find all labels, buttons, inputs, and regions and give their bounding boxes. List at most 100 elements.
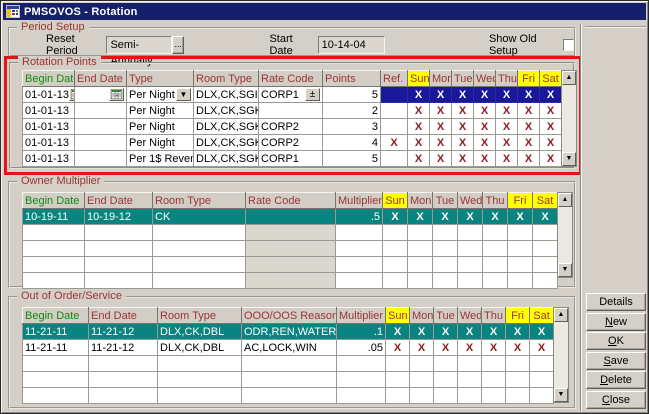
day-sun-cell[interactable]: X bbox=[408, 87, 430, 103]
day-thu-cell[interactable]: X bbox=[496, 103, 518, 119]
chevron-down-icon[interactable]: ▼ bbox=[176, 88, 191, 101]
save-button[interactable]: Save bbox=[586, 352, 646, 370]
day-mon-cell[interactable]: X bbox=[430, 135, 452, 151]
day-sat-cell[interactable]: X bbox=[540, 119, 562, 135]
day-thu-cell[interactable]: X bbox=[496, 87, 518, 103]
day-mon-cell[interactable]: X bbox=[430, 103, 452, 119]
room-type-cell[interactable]: DLX,CK,DBL bbox=[158, 340, 242, 356]
day-wed-cell[interactable]: X bbox=[458, 340, 482, 356]
scroll-up-icon[interactable]: ▲ bbox=[558, 193, 572, 207]
day-sat-cell[interactable]: X bbox=[533, 209, 558, 225]
rate-code-cell[interactable]: CORP2 bbox=[259, 135, 323, 151]
day-tue-cell[interactable]: X bbox=[434, 324, 458, 340]
day-sat-cell[interactable]: X bbox=[540, 103, 562, 119]
scroll-down-icon[interactable]: ▼ bbox=[554, 388, 568, 402]
owner-multiplier-scrollbar[interactable]: ▲ ▼ bbox=[557, 192, 573, 278]
day-sat-cell[interactable]: X bbox=[540, 87, 562, 103]
end-date-cell[interactable] bbox=[75, 103, 127, 119]
rotation-scrollbar[interactable]: ▲ ▼ bbox=[561, 70, 577, 167]
day-wed-cell[interactable]: X bbox=[474, 87, 496, 103]
points-cell[interactable]: 4 bbox=[323, 135, 381, 151]
room-type-cell[interactable]: DLX,CK,SGI ± bbox=[194, 87, 259, 103]
type-cell[interactable]: Per Night bbox=[127, 103, 194, 119]
ref-cell[interactable] bbox=[381, 119, 408, 135]
multiplier-cell[interactable]: .1 bbox=[337, 324, 386, 340]
day-tue-cell[interactable]: X bbox=[452, 103, 474, 119]
day-fri-cell[interactable]: X bbox=[506, 340, 530, 356]
day-fri-cell[interactable]: X bbox=[508, 209, 533, 225]
day-wed-cell[interactable]: X bbox=[474, 103, 496, 119]
day-sat-cell[interactable]: X bbox=[530, 324, 554, 340]
day-wed-cell[interactable]: X bbox=[458, 324, 482, 340]
day-tue-cell[interactable]: X bbox=[434, 340, 458, 356]
scroll-down-icon[interactable]: ▼ bbox=[558, 263, 572, 277]
day-sun-cell[interactable]: X bbox=[408, 103, 430, 119]
day-mon-cell[interactable]: X bbox=[430, 87, 452, 103]
rate-code-cell[interactable]: CORP1 ± bbox=[259, 87, 323, 103]
ooo-reason-cell[interactable]: AC,LOCK,WIN bbox=[242, 340, 337, 356]
day-fri-cell[interactable]: X bbox=[518, 87, 540, 103]
day-tue-cell[interactable]: X bbox=[452, 151, 474, 167]
day-tue-cell[interactable]: X bbox=[452, 87, 474, 103]
day-wed-cell[interactable]: X bbox=[474, 151, 496, 167]
day-tue-cell[interactable]: X bbox=[452, 119, 474, 135]
day-sat-cell[interactable]: X bbox=[540, 151, 562, 167]
begin-date-cell[interactable]: 01-01-13 bbox=[23, 87, 75, 103]
scroll-up-icon[interactable]: ▲ bbox=[562, 71, 576, 85]
end-date-cell[interactable]: 10-19-12 bbox=[85, 209, 153, 225]
calendar-icon[interactable] bbox=[69, 88, 74, 101]
calendar-icon[interactable] bbox=[109, 88, 124, 101]
ref-cell[interactable] bbox=[381, 103, 408, 119]
day-sun-cell[interactable]: X bbox=[386, 324, 410, 340]
day-thu-cell[interactable]: X bbox=[496, 119, 518, 135]
begin-date-cell[interactable]: 10-19-11 bbox=[23, 209, 85, 225]
begin-date-cell[interactable]: 01-01-13 bbox=[23, 135, 75, 151]
scroll-up-icon[interactable]: ▲ bbox=[554, 308, 568, 322]
day-sun-cell[interactable]: X bbox=[408, 119, 430, 135]
multiplier-cell[interactable]: .5 bbox=[336, 209, 383, 225]
day-fri-cell[interactable]: X bbox=[518, 151, 540, 167]
reset-period-field[interactable]: Semi-Annually bbox=[106, 36, 172, 54]
begin-date-cell[interactable]: 11-21-11 bbox=[23, 340, 89, 356]
day-mon-cell[interactable]: X bbox=[410, 324, 434, 340]
lov-icon[interactable]: ± bbox=[305, 88, 320, 101]
scroll-down-icon[interactable]: ▼ bbox=[562, 152, 576, 166]
day-sat-cell[interactable]: X bbox=[530, 340, 554, 356]
begin-date-cell[interactable]: 11-21-11 bbox=[23, 324, 89, 340]
reset-period-ellipsis-button[interactable]: ... bbox=[172, 36, 184, 54]
points-cell[interactable]: 5 bbox=[323, 87, 381, 103]
day-fri-cell[interactable]: X bbox=[506, 324, 530, 340]
room-type-cell[interactable]: DLX,CK,SGK,KC bbox=[194, 151, 259, 167]
rate-code-cell[interactable]: CORP1 bbox=[259, 151, 323, 167]
day-mon-cell[interactable]: X bbox=[408, 209, 433, 225]
multiplier-cell[interactable]: .05 bbox=[337, 340, 386, 356]
day-wed-cell[interactable]: X bbox=[474, 119, 496, 135]
day-thu-cell[interactable]: X bbox=[496, 135, 518, 151]
day-sat-cell[interactable]: X bbox=[540, 135, 562, 151]
begin-date-cell[interactable]: 01-01-13 bbox=[23, 119, 75, 135]
type-cell[interactable]: Per Night bbox=[127, 135, 194, 151]
start-date-field[interactable]: 10-14-04 bbox=[318, 36, 385, 54]
rate-code-cell[interactable] bbox=[259, 103, 323, 119]
day-sun-cell[interactable]: X bbox=[408, 135, 430, 151]
day-tue-cell[interactable]: X bbox=[452, 135, 474, 151]
show-old-setup-checkbox[interactable] bbox=[563, 39, 574, 51]
begin-date-cell[interactable]: 01-01-13 bbox=[23, 103, 75, 119]
end-date-cell[interactable] bbox=[75, 119, 127, 135]
type-cell[interactable]: Per Night bbox=[127, 119, 194, 135]
delete-button[interactable]: Delete bbox=[586, 371, 646, 389]
points-cell[interactable]: 5 bbox=[323, 151, 381, 167]
type-cell[interactable]: Per 1$ Revenu bbox=[127, 151, 194, 167]
day-mon-cell[interactable]: X bbox=[410, 340, 434, 356]
rate-code-cell[interactable]: CORP2 bbox=[259, 119, 323, 135]
day-thu-cell[interactable]: X bbox=[482, 324, 506, 340]
day-fri-cell[interactable]: X bbox=[518, 119, 540, 135]
day-mon-cell[interactable]: X bbox=[430, 119, 452, 135]
close-button[interactable]: Close bbox=[586, 391, 646, 409]
rate-code-cell[interactable] bbox=[246, 209, 336, 225]
ooo-reason-cell[interactable]: ODR,REN,WATER bbox=[242, 324, 337, 340]
end-date-cell[interactable]: 11-21-12 bbox=[89, 340, 158, 356]
out-of-order-scrollbar[interactable]: ▲ ▼ bbox=[553, 307, 569, 403]
details-button[interactable]: Details bbox=[586, 293, 646, 311]
day-sun-cell[interactable]: X bbox=[386, 340, 410, 356]
